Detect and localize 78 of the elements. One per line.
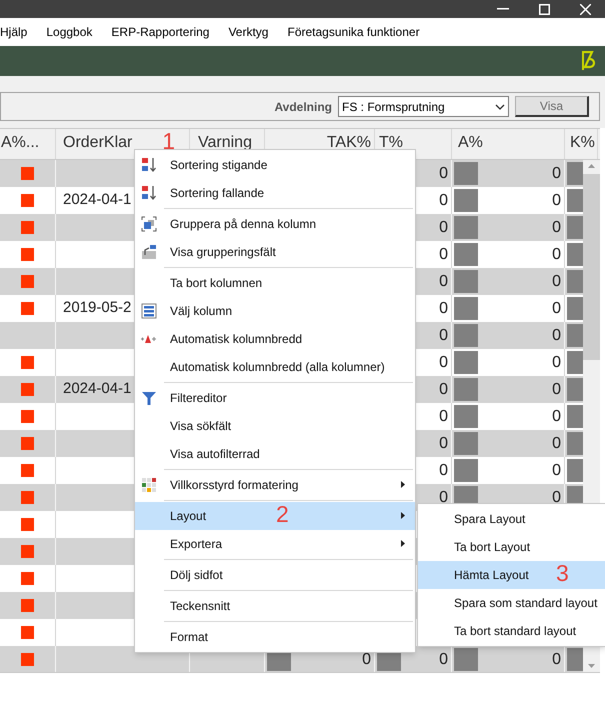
menu-item[interactable]: Hämta Layout 3	[418, 561, 605, 589]
menu-item[interactable]: Visa grupperingsfält	[135, 238, 415, 266]
department-label: Avdelning	[274, 98, 332, 116]
scroll-thumb[interactable]	[583, 174, 600, 360]
group-panel-icon	[141, 244, 157, 260]
minimize-icon[interactable]	[497, 8, 509, 10]
table-cell-text: 0	[552, 272, 561, 292]
table-cell-text: 0	[552, 164, 561, 184]
menu-item[interactable]: Ta bort kolumnen	[135, 269, 415, 297]
show-button[interactable]: Visa	[515, 96, 589, 117]
table-cell-text: 0	[552, 190, 561, 210]
table-cell-text: 0	[439, 434, 448, 454]
menu-item[interactable]: Visa autofilterrad	[135, 440, 415, 468]
table-cell-text: 0	[552, 380, 561, 400]
table-cell-text: 0	[439, 244, 448, 264]
column-header[interactable]: A%	[452, 129, 565, 159]
table-cell-text: 2024-04-1	[63, 190, 132, 210]
close-icon[interactable]	[580, 4, 591, 14]
sort-descending-icon	[141, 185, 157, 201]
table-cell-text: 0	[552, 650, 561, 670]
menu-item[interactable]: Layout 2	[135, 502, 415, 530]
table-cell-text: 0	[439, 406, 448, 426]
annotation-number: 2	[276, 503, 289, 526]
table-cell-text: 0	[362, 650, 371, 670]
menu-item[interactable]: Gruppera på denna kolumn	[135, 210, 415, 238]
annotation-number: 3	[556, 562, 569, 585]
table-cell-text: 0	[552, 244, 561, 264]
table-cell-text: 2024-04-1	[63, 379, 132, 400]
department-dropdown[interactable]: FS : Formsprutning	[338, 96, 509, 117]
chevron-icon	[495, 104, 505, 110]
table-cell-text: 0	[552, 406, 561, 426]
maximize-icon[interactable]	[539, 4, 550, 14]
table-cell-text: 0	[552, 352, 561, 372]
scroll-up-icon[interactable]	[588, 164, 595, 168]
menu-item[interactable]: Visa sökfält	[135, 412, 415, 440]
column-header[interactable]: K%	[565, 129, 598, 159]
table-cell-text: 0	[552, 460, 561, 480]
annotation-number: 1	[162, 130, 175, 153]
table-cell-text: 0	[439, 190, 448, 210]
table-cell-text: 0	[439, 380, 448, 400]
table-cell-text: 0	[439, 488, 448, 508]
group-icon	[141, 216, 157, 232]
table-cell-text: 2019-05-2	[63, 298, 132, 318]
table-cell-text: 0	[552, 218, 561, 238]
menu-item[interactable]: Sortering stigande	[135, 151, 415, 179]
table-cell-text: 0	[439, 164, 448, 184]
menu-item[interactable]: ERP-Rapportering	[111, 23, 228, 41]
menu-item[interactable]: Teckensnitt	[135, 592, 415, 620]
table-cell-text: 0	[439, 272, 448, 292]
table-cell-text: 0	[439, 650, 448, 670]
menu-item[interactable]: Verktyg	[228, 23, 288, 41]
table-cell-text: 0	[552, 298, 561, 318]
filter-icon	[141, 390, 157, 406]
menu-item[interactable]: Villkorsstyrd formatering	[135, 471, 415, 499]
menu-item[interactable]: Format	[135, 623, 415, 651]
table-cell-text: 0	[552, 326, 561, 346]
color-grid-icon	[141, 477, 157, 493]
menu-item[interactable]: Välj kolumn	[135, 297, 415, 325]
table-cell-text: 0	[439, 218, 448, 238]
list-icon	[141, 303, 157, 319]
menu-item[interactable]: Sortering fallande	[135, 179, 415, 207]
menu-item[interactable]: Automatisk kolumnbredd	[135, 325, 415, 353]
menu-item[interactable]: Filtereditor	[135, 384, 415, 412]
menu-item[interactable]: Företagsunika funktioner	[287, 23, 420, 41]
scroll-down-icon[interactable]	[588, 664, 595, 668]
table-cell-text: 0	[552, 434, 561, 454]
table-cell-text: 0	[439, 460, 448, 480]
table-cell-text: 0	[439, 352, 448, 372]
column-header[interactable]: A%...	[0, 129, 56, 159]
sort-ascending-icon	[141, 157, 157, 173]
table-cell-text: 0	[552, 488, 561, 508]
menu-item[interactable]: Dölj sidfot	[135, 561, 415, 589]
table-cell-text: 0	[439, 298, 448, 318]
menu-item[interactable]: Automatisk kolumnbredd (alla kolumner)	[135, 353, 415, 381]
menu-item[interactable]: Loggbok	[46, 23, 112, 41]
menu-item[interactable]: Exportera	[135, 530, 415, 558]
table-cell-text: 0	[439, 326, 448, 346]
menu-item[interactable]: Hjälp	[0, 23, 46, 41]
